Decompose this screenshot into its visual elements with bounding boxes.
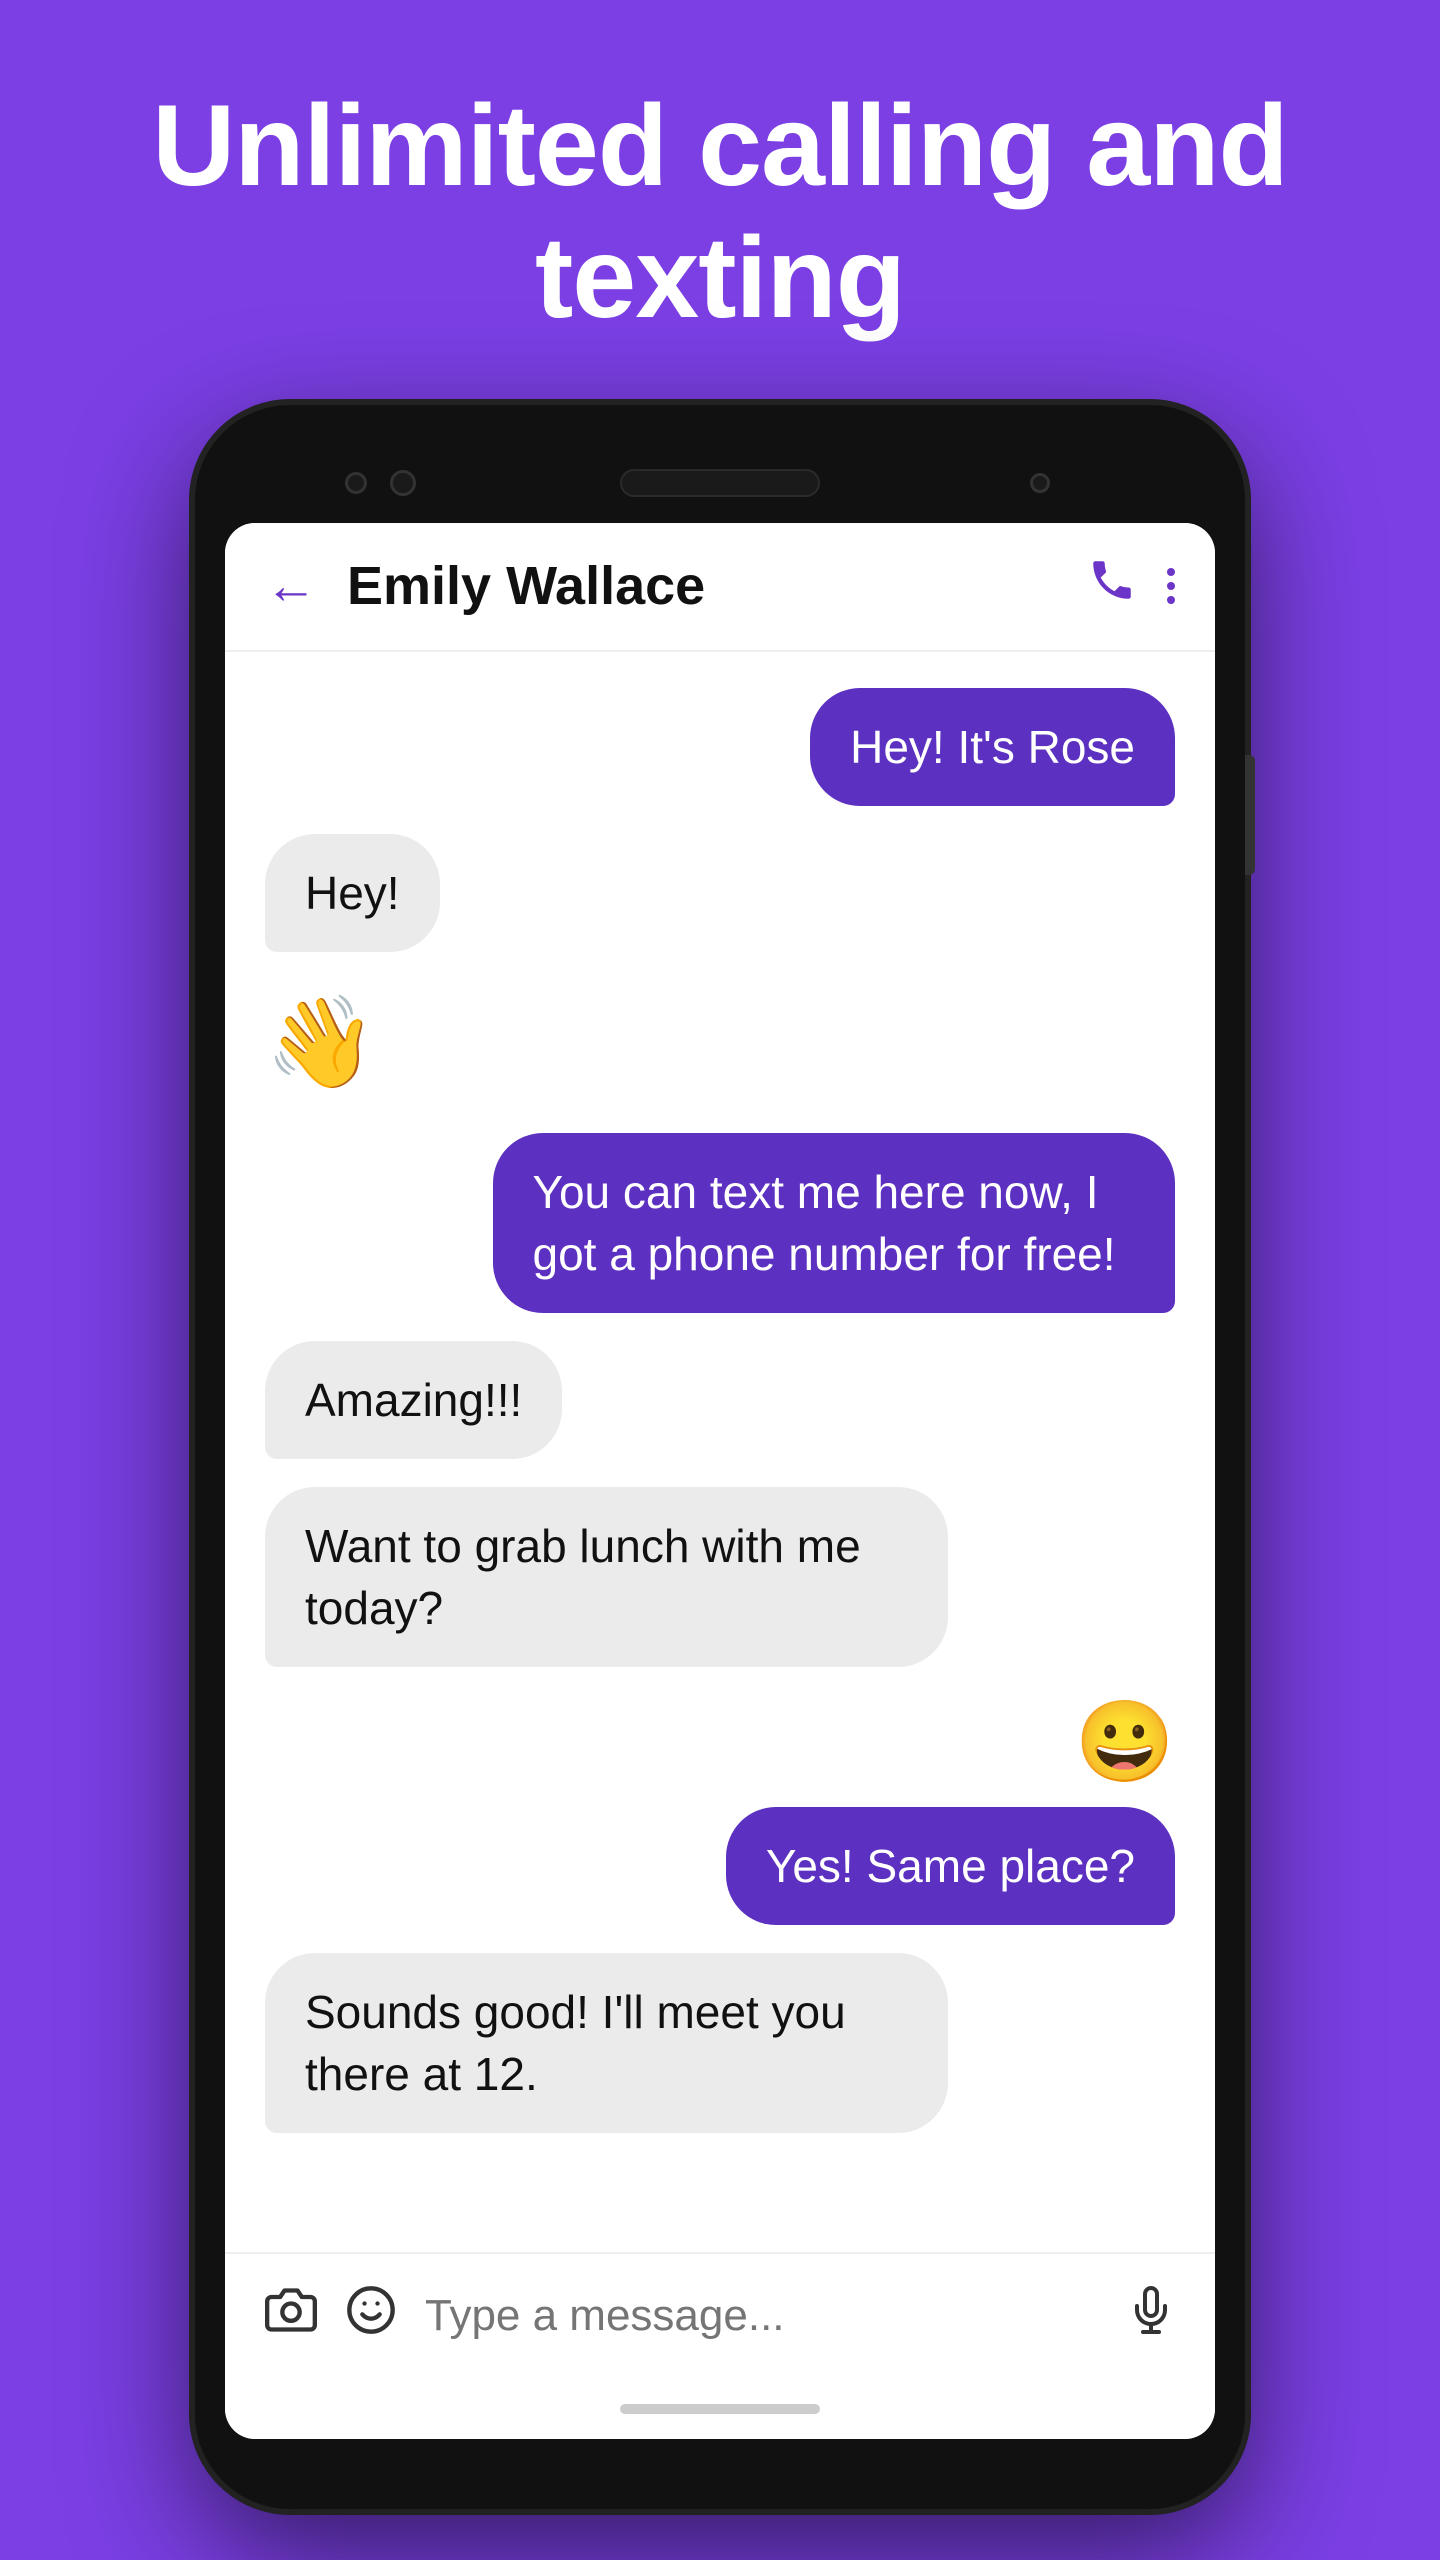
camera-icon[interactable] (265, 2284, 317, 2349)
phone-sensor (1030, 473, 1050, 493)
message-row: Amazing!!! (265, 1341, 1175, 1459)
message-row: You can text me here now, I got a phone … (265, 1133, 1175, 1313)
message-row: Want to grab lunch with me today? (265, 1487, 1175, 1667)
home-indicator-bar (225, 2379, 1215, 2439)
sent-bubble: Hey! It's Rose (810, 688, 1175, 806)
phone-screen: ← Emily Wallace (225, 523, 1215, 2439)
message-row: Yes! Same place? (265, 1807, 1175, 1925)
contact-name: Emily Wallace (347, 555, 1087, 617)
front-camera-left (345, 472, 367, 494)
received-bubble: Hey! (265, 834, 440, 952)
message-row: 👋 (265, 980, 1175, 1105)
phone-speaker (620, 469, 820, 497)
headline: Unlimited calling and texting (0, 80, 1440, 345)
phone-shell: ← Emily Wallace (195, 405, 1245, 2509)
back-button[interactable]: ← (265, 560, 317, 612)
more-options-button[interactable] (1167, 568, 1175, 604)
phone-mockup: ← Emily Wallace (170, 405, 1270, 2509)
side-button (1245, 755, 1255, 875)
phone-bottom (225, 2439, 1215, 2509)
mic-icon[interactable] (1127, 2286, 1175, 2347)
reaction-emoji: 😀 (1075, 1695, 1175, 1789)
home-indicator (620, 2404, 820, 2414)
received-bubble: Amazing!!! (265, 1341, 562, 1459)
message-input[interactable] (425, 2291, 1099, 2341)
emoji-message: 👋 (265, 980, 377, 1105)
front-camera-right (390, 470, 416, 496)
sent-bubble: You can text me here now, I got a phone … (493, 1133, 1176, 1313)
message-row: Hey! (265, 834, 1175, 952)
received-bubble: Want to grab lunch with me today? (265, 1487, 948, 1667)
message-row: Sounds good! I'll meet you there at 12. (265, 1953, 1175, 2133)
header-icons (1087, 555, 1175, 618)
message-row: Hey! It's Rose (265, 688, 1175, 806)
call-button[interactable] (1087, 555, 1137, 618)
sent-bubble: Yes! Same place? (726, 1807, 1175, 1925)
message-row: 😀 (265, 1695, 1175, 1779)
received-bubble: Sounds good! I'll meet you there at 12. (265, 1953, 948, 2133)
chat-body: Hey! It's Rose Hey! 👋 You can text me he… (225, 652, 1215, 2252)
phone-top-bar (225, 443, 1215, 523)
chat-input-bar (225, 2252, 1215, 2379)
chat-header: ← Emily Wallace (225, 523, 1215, 652)
emoji-icon[interactable] (345, 2284, 397, 2349)
